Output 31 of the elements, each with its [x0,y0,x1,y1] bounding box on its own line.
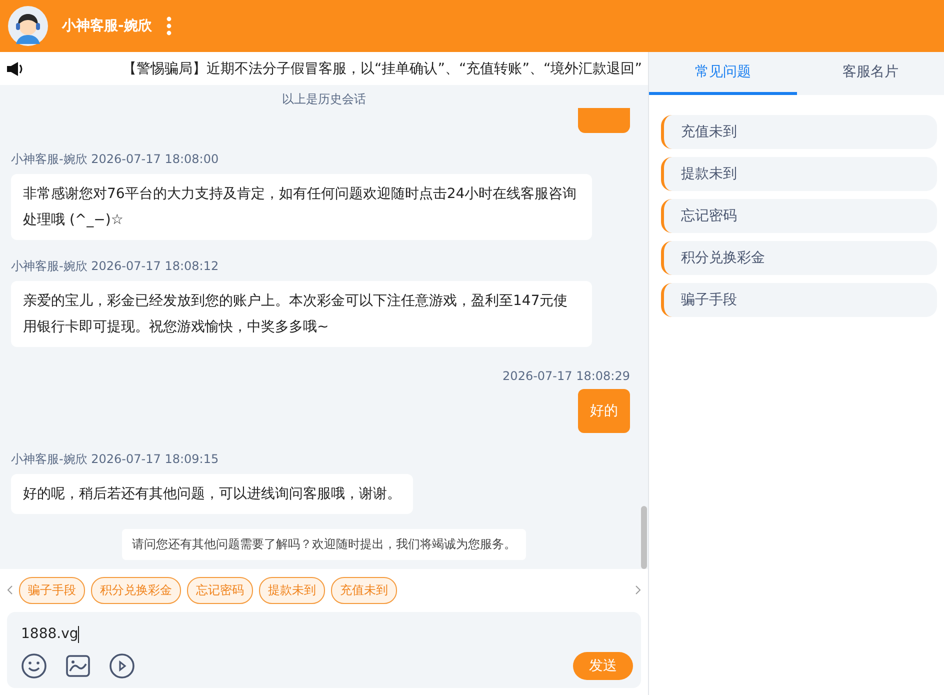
message-bubble [578,108,630,133]
faq-item[interactable]: 充值未到 [661,115,937,149]
panel-tab[interactable]: 客服名片 [796,52,944,95]
agent-name: 小神客服-婉欣 [62,17,152,35]
faq-item[interactable]: 骗子手段 [661,283,937,317]
megaphone-icon [6,62,24,76]
scam-warning-text: 【警惕骗局】近期不法分子假冒客服，以“挂单确认”、“充值转账”、“境外汇款退回” [122,60,642,78]
message-meta: 小神客服-婉欣 2026-07-17 18:08:12 [11,258,220,275]
message-time: 2026-07-17 18:08:29 [502,369,630,383]
message-bubble: 亲爱的宝儿，彩金已经发放到您的账户上。本次彩金可以下注任意游戏，盈利至147元使用银行卡即可提现。祝您游戏愉快，中奖多多哦~ [11,281,592,347]
message-bubble: 非常感谢您对76平台的大力支持及肯定，如有任何问题欢迎随时点击24小时在线客服咨询处理哦 (^_−)☆ [11,174,592,240]
more-icon[interactable] [166,16,172,36]
message-meta: 小神客服-婉欣 2026-07-17 18:09:15 [11,451,220,468]
faq-item[interactable]: 提款未到 [661,157,937,191]
message-bubble: 好的呢，稍后若还有其他问题，可以进线询问客服哦，谢谢。 [11,474,413,514]
panel-tab[interactable]: 常见问题 [649,52,796,95]
message-bubble: 好的 [578,389,630,433]
play-icon[interactable] [109,653,135,679]
system-message: 请问您还有其他问题需要了解吗？欢迎随时提出，我们将竭诚为您服务。 [122,529,526,560]
message-meta: 小神客服-婉欣 2026-07-17 18:08:00 [11,151,220,168]
scroll-right-icon[interactable] [635,585,641,595]
scrollbar-thumb[interactable] [641,506,647,569]
message-input[interactable]: 1888.vg 发送 [7,612,641,688]
history-divider-text: 以上是历史会话 [282,91,366,108]
faq-item[interactable]: 忘记密码 [661,199,937,233]
emoji-icon[interactable] [21,653,47,679]
agent-avatar [8,6,48,46]
faq-item[interactable]: 积分兑换彩金 [661,241,937,275]
image-icon[interactable] [65,654,91,678]
input-text: 1888.vg [21,626,78,642]
scroll-left-icon[interactable] [7,585,13,595]
